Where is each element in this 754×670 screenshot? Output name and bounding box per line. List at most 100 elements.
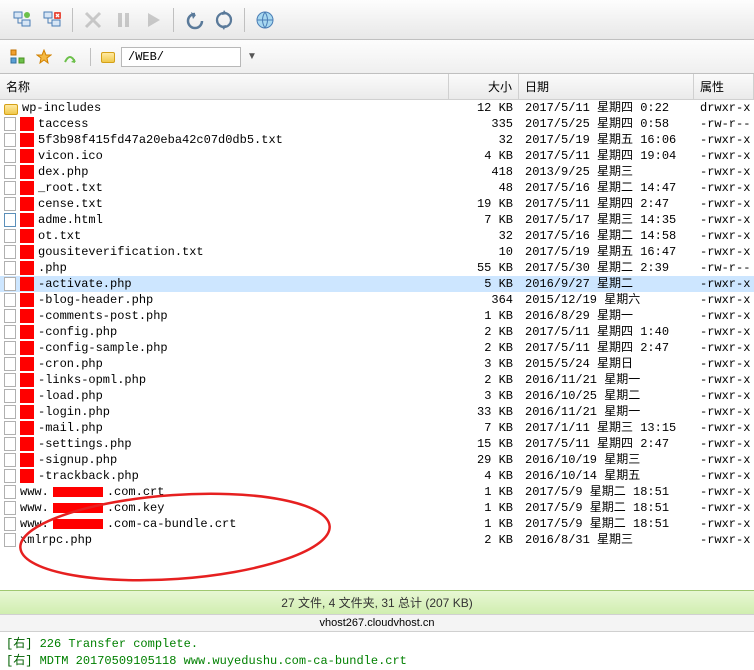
cell-attr: -rwxr-x [694, 372, 754, 388]
table-row[interactable]: www..com.key1 KB2017/5/9 星期二 18:51-rwxr-… [0, 500, 754, 516]
col-size[interactable]: 大小 [449, 74, 519, 99]
tree-icon[interactable] [8, 47, 28, 67]
file-icon [4, 165, 16, 179]
table-row[interactable]: _root.txt482017/5/16 星期二 14:47-rwxr-x [0, 180, 754, 196]
col-date[interactable]: 日期 [519, 74, 694, 99]
cell-size: 19 KB [449, 196, 519, 212]
table-row[interactable]: -mail.php7 KB2017/1/11 星期三 13:15-rwxr-x [0, 420, 754, 436]
cell-date: 2017/5/9 星期二 18:51 [519, 500, 694, 516]
back-icon[interactable] [180, 6, 208, 34]
redaction-block [20, 309, 34, 323]
redaction-block [20, 389, 34, 403]
log-pane[interactable]: [右] 226 Transfer complete. [右] MDTM 2017… [0, 631, 754, 670]
pause-icon[interactable] [109, 6, 137, 34]
col-attr[interactable]: 属性 [694, 74, 754, 99]
cell-attr: drwxr-x [694, 100, 754, 116]
file-icon [4, 533, 16, 547]
cell-size: 1 KB [449, 308, 519, 324]
cell-date: 2017/5/11 星期四 2:47 [519, 340, 694, 356]
cell-attr: -rwxr-x [694, 404, 754, 420]
cell-size: 3 KB [449, 388, 519, 404]
table-row[interactable]: -trackback.php4 KB2016/10/14 星期五-rwxr-x [0, 468, 754, 484]
play-icon[interactable] [139, 6, 167, 34]
file-name: -comments-post.php [38, 308, 168, 324]
table-row[interactable]: -cron.php3 KB2015/5/24 星期日-rwxr-x [0, 356, 754, 372]
file-icon [4, 357, 16, 371]
cell-attr: -rwxr-x [694, 132, 754, 148]
redaction-block [20, 357, 34, 371]
cell-date: 2017/5/16 星期二 14:47 [519, 180, 694, 196]
file-name: -blog-header.php [38, 292, 153, 308]
cell-attr: -rwxr-x [694, 212, 754, 228]
cell-attr: -rwxr-x [694, 228, 754, 244]
cell-attr: -rw-r-- [694, 116, 754, 132]
table-row[interactable]: -comments-post.php1 KB2016/8/29 星期一-rwxr… [0, 308, 754, 324]
dropdown-icon[interactable]: ▼ [247, 51, 257, 62]
table-row[interactable]: cense.txt19 KB2017/5/11 星期四 2:47-rwxr-x [0, 196, 754, 212]
redaction-block [20, 325, 34, 339]
file-name: www. [20, 484, 49, 500]
table-row[interactable]: adme.html7 KB2017/5/17 星期三 14:35-rwxr-x [0, 212, 754, 228]
table-row[interactable]: -load.php 3 KB2016/10/25 星期二-rwxr-x [0, 388, 754, 404]
cancel-icon[interactable] [79, 6, 107, 34]
table-row[interactable]: -blog-header.php3642015/12/19 星期六-rwxr-x [0, 292, 754, 308]
table-row[interactable]: taccess3352017/5/25 星期四 0:58-rw-r-- [0, 116, 754, 132]
table-row[interactable]: vicon.ico4 KB2017/5/11 星期四 19:04-rwxr-x [0, 148, 754, 164]
table-row[interactable]: -links-opml.php2 KB2016/11/21 星期一-rwxr-x [0, 372, 754, 388]
file-name: www. [20, 500, 49, 516]
cell-size: 33 KB [449, 404, 519, 420]
cell-size: 5 KB [449, 276, 519, 292]
cell-size: 7 KB [449, 212, 519, 228]
file-icon [4, 469, 16, 483]
table-row[interactable]: -settings.php15 KB2017/5/11 星期四 2:47-rwx… [0, 436, 754, 452]
folder-icon [4, 104, 18, 115]
redaction-block [20, 293, 34, 307]
cell-date: 2017/5/11 星期四 0:22 [519, 100, 694, 116]
table-row[interactable]: -config-sample.php2 KB2017/5/11 星期四 2:47… [0, 340, 754, 356]
table-row[interactable]: -login.php33 KB2016/11/21 星期一-rwxr-x [0, 404, 754, 420]
table-row[interactable]: -config.php2 KB2017/5/11 星期四 1:40-rwxr-x [0, 324, 754, 340]
file-rows-container[interactable]: wp-includes12 KB2017/5/11 星期四 0:22drwxr-… [0, 100, 754, 590]
cell-date: 2016/10/25 星期二 [519, 388, 694, 404]
col-name[interactable]: 名称 [0, 74, 449, 99]
refresh-icon[interactable] [210, 6, 238, 34]
cell-attr: -rwxr-x [694, 164, 754, 180]
cell-attr: -rwxr-x [694, 452, 754, 468]
table-row[interactable]: wp-includes12 KB2017/5/11 星期四 0:22drwxr-… [0, 100, 754, 116]
table-row[interactable]: -signup.php29 KB2016/10/19 星期三-rwxr-x [0, 452, 754, 468]
file-icon [4, 405, 16, 419]
redaction-block [53, 519, 103, 529]
table-row[interactable]: ot.txt322017/5/16 星期二 14:58-rwxr-x [0, 228, 754, 244]
table-row[interactable]: xmlrpc.php2 KB2016/8/31 星期三-rwxr-x [0, 532, 754, 548]
table-row[interactable]: .php55 KB2017/5/30 星期二 2:39-rw-r-- [0, 260, 754, 276]
cell-size: 1 KB [449, 500, 519, 516]
history-icon[interactable] [60, 47, 80, 67]
table-row[interactable]: dex.php4182013/9/25 星期三-rwxr-x [0, 164, 754, 180]
host-label: vhost267.cloudvhost.cn [253, 617, 500, 629]
favorite-icon[interactable] [34, 47, 54, 67]
cell-attr: -rwxr-x [694, 324, 754, 340]
cell-attr: -rwxr-x [694, 340, 754, 356]
table-row[interactable]: www..com-ca-bundle.crt1 KB2017/5/9 星期二 1… [0, 516, 754, 532]
cell-date: 2017/5/17 星期三 14:35 [519, 212, 694, 228]
cell-attr: -rwxr-x [694, 196, 754, 212]
file-icon [4, 517, 16, 531]
file-name: -load.php [38, 388, 103, 404]
connect-icon[interactable] [8, 6, 36, 34]
disconnect-icon[interactable] [38, 6, 66, 34]
table-row[interactable]: gousiteverification.txt102017/5/19 星期五 1… [0, 244, 754, 260]
table-row[interactable]: -activate.php5 KB2016/9/27 星期二-rwxr-x [0, 276, 754, 292]
file-name: -login.php [38, 404, 110, 420]
redaction-block [20, 405, 34, 419]
table-row[interactable]: 5f3b98f415fd47a20eba42c07d0db5.txt322017… [0, 132, 754, 148]
table-row[interactable]: www..com.crt1 KB2017/5/9 星期二 18:51-rwxr-… [0, 484, 754, 500]
file-icon [4, 501, 16, 515]
cell-date: 2017/5/9 星期二 18:51 [519, 484, 694, 500]
cell-attr: -rwxr-x [694, 388, 754, 404]
globe-icon[interactable] [251, 6, 279, 34]
file-name: 5f3b98f415fd47a20eba42c07d0db5.txt [38, 132, 283, 148]
file-name: -cron.php [38, 356, 103, 372]
redaction-block [20, 469, 34, 483]
path-input[interactable]: /WEB/ [121, 47, 241, 67]
cell-attr: -rwxr-x [694, 468, 754, 484]
